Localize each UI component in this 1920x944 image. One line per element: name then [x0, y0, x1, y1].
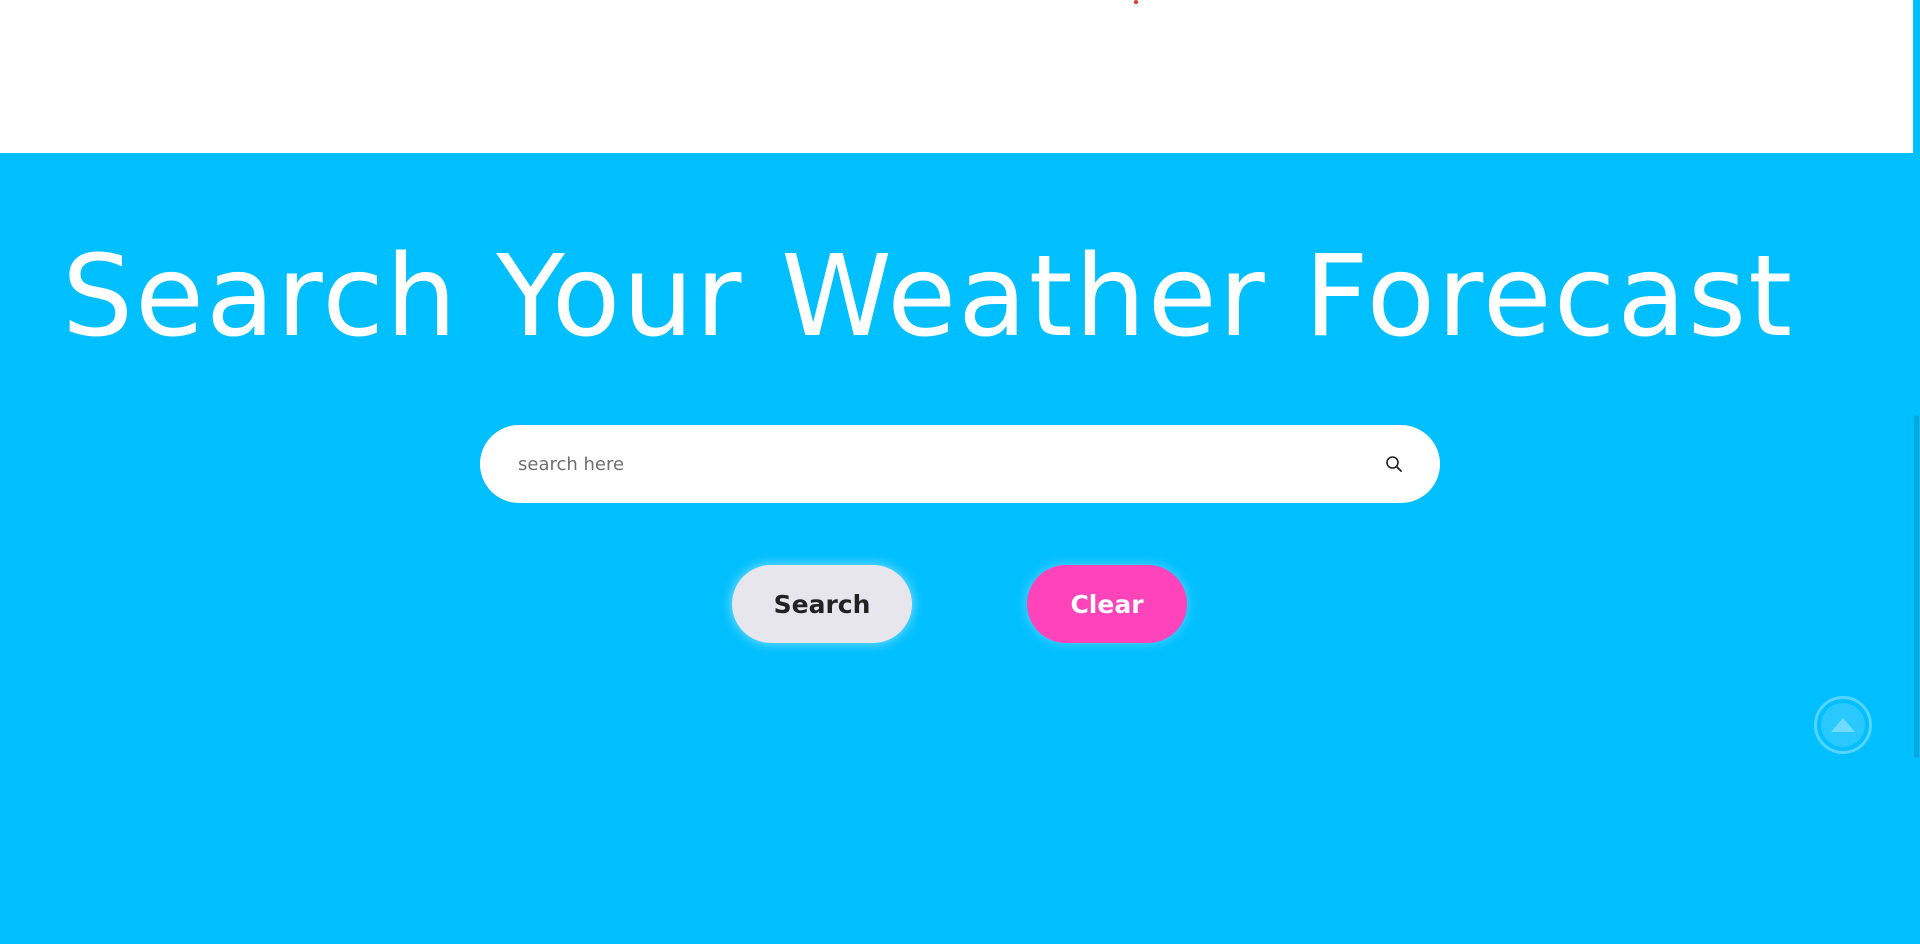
top-blank-area	[0, 0, 1920, 153]
scrollbar-thumb[interactable]	[1914, 415, 1919, 758]
arrow-up-icon	[1831, 718, 1855, 732]
search-icon[interactable]	[1384, 454, 1404, 474]
search-hero-section: Search Your Weather Forecast Search Clea…	[0, 153, 1920, 944]
page: Search Your Weather Forecast Search Clea…	[0, 0, 1920, 944]
clear-button[interactable]: Clear	[1027, 565, 1187, 643]
scroll-to-top-button[interactable]	[1814, 696, 1872, 754]
search-bar	[480, 425, 1440, 503]
scroll-to-top-inner	[1821, 703, 1865, 747]
search-button[interactable]: Search	[732, 565, 912, 643]
red-dot-marker	[1134, 0, 1138, 4]
search-input[interactable]	[518, 453, 1384, 475]
page-title: Search Your Weather Forecast	[62, 232, 1795, 362]
